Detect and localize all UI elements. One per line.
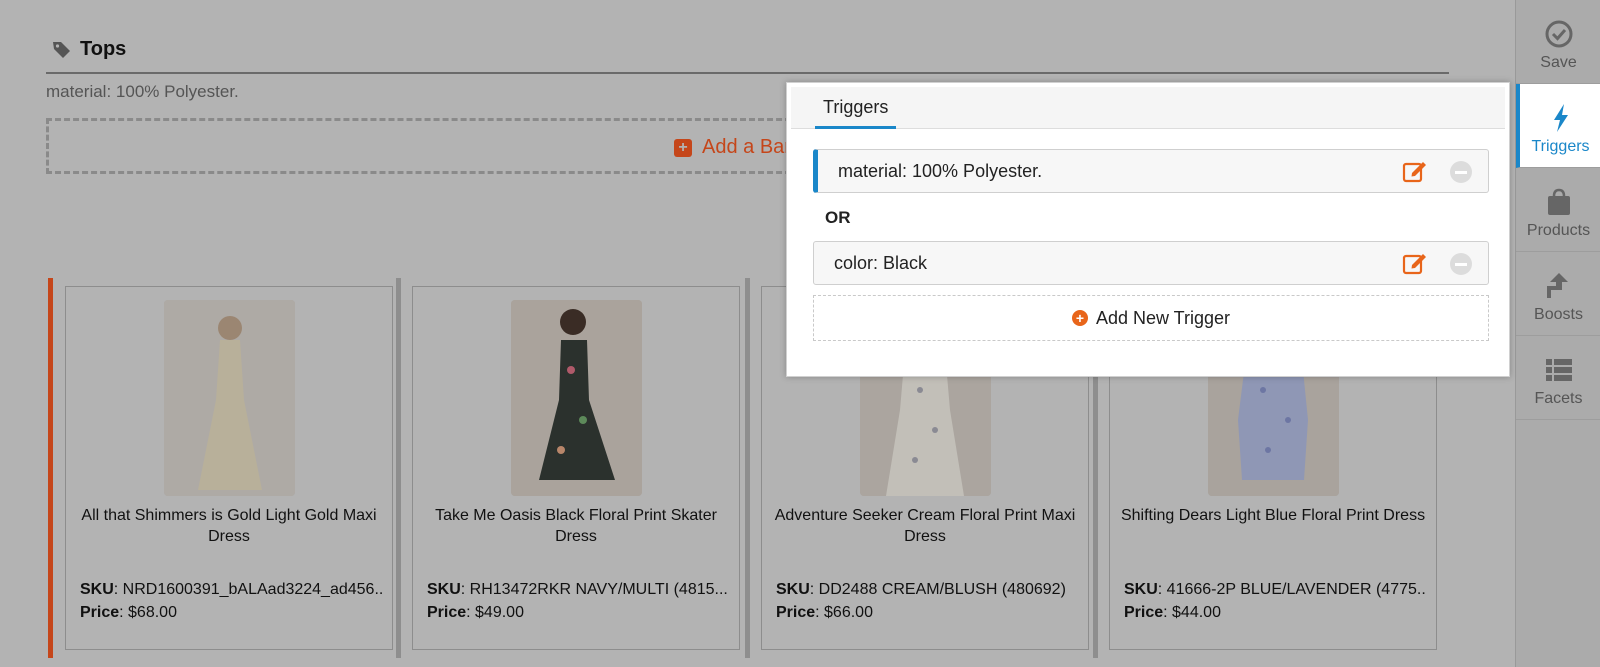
shopping-bag-icon bbox=[1547, 188, 1570, 215]
trigger-row[interactable]: color: Black bbox=[813, 241, 1489, 285]
remove-icon[interactable] bbox=[1450, 253, 1472, 275]
product-name: All that Shimmers is Gold Light Gold Max… bbox=[81, 507, 377, 545]
category-description: material: 100% Polyester. bbox=[46, 82, 239, 101]
sidebar-item-triggers[interactable]: Triggers bbox=[1516, 84, 1600, 168]
product-name: Take Me Oasis Black Floral Print Skater … bbox=[435, 507, 717, 545]
product-sku: SKU: NRD1600391_bALAad3224_ad456.. bbox=[80, 581, 382, 598]
triggers-popup: Triggers material: 100% Polyester. OR co… bbox=[786, 82, 1510, 377]
sidebar-item-products[interactable]: Products bbox=[1516, 168, 1600, 252]
product-price: Price: $66.00 bbox=[776, 604, 873, 621]
add-banner-label: Add a Ban bbox=[702, 136, 796, 158]
remove-icon[interactable] bbox=[1450, 161, 1472, 183]
sidebar-item-label: Save bbox=[1540, 54, 1577, 71]
column-drag-bar[interactable] bbox=[396, 278, 401, 658]
or-separator: OR bbox=[825, 208, 851, 227]
category-heading: Tops bbox=[52, 38, 126, 61]
product-image bbox=[164, 300, 295, 496]
tab-triggers[interactable]: Triggers bbox=[815, 87, 897, 129]
list-icon bbox=[1545, 359, 1572, 381]
product-card[interactable]: All that Shimmers is Gold Light Gold Max… bbox=[65, 286, 393, 650]
popup-tab-bar: Triggers bbox=[791, 87, 1505, 129]
product-sku: SKU: DD2488 CREAM/BLUSH (480692) bbox=[776, 581, 1066, 598]
column-drag-bar[interactable] bbox=[48, 278, 53, 658]
sidebar-item-label: Facets bbox=[1534, 390, 1583, 407]
trigger-label: material: 100% Polyester. bbox=[838, 161, 1043, 181]
product-price: Price: $49.00 bbox=[427, 604, 524, 621]
sidebar-item-label: Products bbox=[1526, 222, 1591, 239]
trigger-row[interactable]: material: 100% Polyester. bbox=[813, 149, 1489, 193]
lightning-icon bbox=[1553, 104, 1568, 132]
heading-divider bbox=[46, 72, 1449, 74]
add-new-trigger-button[interactable]: + Add New Trigger bbox=[813, 295, 1489, 341]
product-card[interactable]: Take Me Oasis Black Floral Print Skater … bbox=[412, 286, 740, 650]
tags-icon bbox=[53, 41, 70, 58]
check-circle-icon bbox=[1545, 20, 1572, 48]
product-price: Price: $68.00 bbox=[80, 604, 177, 621]
product-sku: SKU: RH13472RKR NAVY/MULTI (4815... bbox=[427, 581, 728, 598]
column-drag-bar[interactable] bbox=[745, 278, 750, 658]
sidebar-item-facets[interactable]: Facets bbox=[1516, 336, 1600, 420]
sidebar-item-label: Triggers bbox=[1531, 138, 1590, 155]
add-trigger-label: Add New Trigger bbox=[1095, 307, 1231, 328]
trigger-label: color: Black bbox=[834, 253, 928, 273]
category-title: Tops bbox=[80, 38, 127, 60]
edit-icon[interactable] bbox=[1402, 251, 1428, 275]
sidebar-item-boosts[interactable]: Boosts bbox=[1516, 252, 1600, 336]
product-name: Shifting Dears Light Blue Floral Print D… bbox=[1120, 507, 1426, 524]
boost-arrow-icon bbox=[1546, 273, 1568, 298]
product-image bbox=[511, 300, 642, 496]
sidebar-item-label: Boosts bbox=[1534, 306, 1583, 323]
product-price: Price: $44.00 bbox=[1124, 604, 1221, 621]
edit-icon[interactable] bbox=[1402, 159, 1428, 183]
product-name: Adventure Seeker Cream Floral Print Maxi… bbox=[774, 507, 1076, 545]
add-circle-icon: + bbox=[1071, 310, 1088, 326]
add-banner-plus-icon: + bbox=[674, 138, 692, 157]
sidebar-item-save[interactable]: Save bbox=[1516, 0, 1600, 84]
product-sku: SKU: 41666-2P BLUE/LAVENDER (4775... bbox=[1124, 581, 1426, 598]
right-sidebar: Save Triggers Products Boosts Facets bbox=[1515, 0, 1600, 667]
